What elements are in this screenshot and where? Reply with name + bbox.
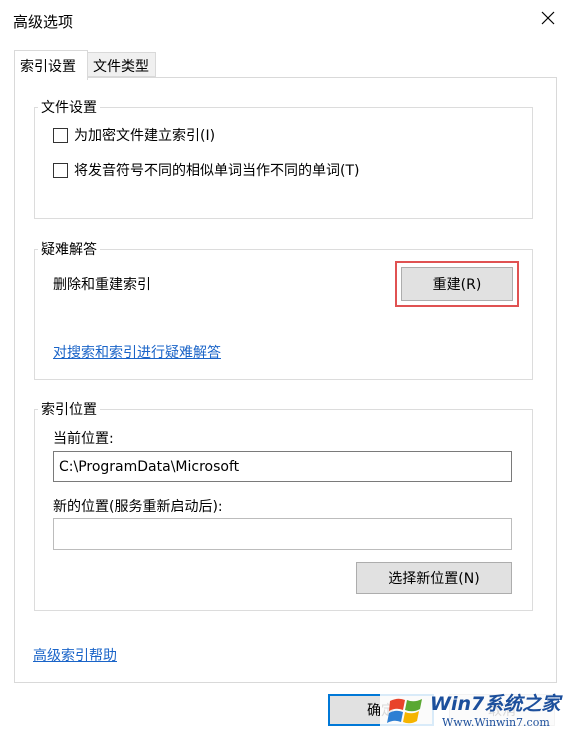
rebuild-button[interactable]: 重建(R) [401,267,513,301]
index-location-label: 索引位置 [38,399,100,419]
watermark-url: Www.Winwin7.com [442,716,550,729]
file-settings-label: 文件设置 [38,97,100,117]
tab-index-settings[interactable]: 索引设置 [14,50,88,80]
diacritics-label: 将发音符号不同的相似单词当作不同的单词(T) [74,163,360,179]
encrypt-index-label: 为加密文件建立索引(I) [74,128,216,144]
advanced-index-help-link[interactable]: 高级索引帮助 [33,645,117,665]
close-icon [541,11,555,25]
current-location-field[interactable] [53,451,512,482]
select-new-location-button[interactable]: 选择新位置(N) [356,562,512,594]
troubleshoot-link[interactable]: 对搜索和索引进行疑难解答 [53,342,221,362]
close-button[interactable] [537,7,559,29]
windows-logo-icon [387,698,422,724]
watermark: Win7系统之家 Www.Winwin7.com [380,685,574,737]
current-location-label: 当前位置: [53,431,114,447]
window-title: 高级选项 [13,13,74,31]
new-location-field[interactable] [53,518,512,550]
encrypt-index-option[interactable]: 为加密文件建立索引(I) [53,125,215,145]
diacritics-option[interactable]: 将发音符号不同的相似单词当作不同的单词(T) [53,160,359,180]
tab-file-types[interactable]: 文件类型 [88,52,156,77]
watermark-brand: Win7系统之家 [430,693,561,715]
diacritics-checkbox[interactable] [53,162,68,178]
encrypt-index-checkbox[interactable] [53,127,68,143]
rebuild-description: 删除和重建索引 [53,277,151,293]
new-location-label: 新的位置(服务重新启动后): [53,499,223,515]
troubleshooting-label: 疑难解答 [38,239,100,259]
